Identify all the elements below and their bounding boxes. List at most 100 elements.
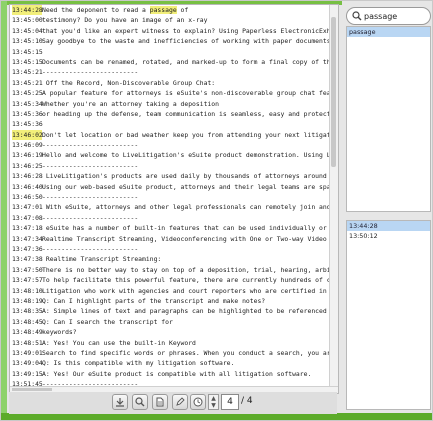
transcript-line[interactable]: 13:47:01 With eSuite, attorneys and othe… [10, 202, 329, 212]
transcript-line[interactable]: 13:45:10Say goodbye to the waste and ine… [10, 36, 329, 46]
search-button[interactable] [132, 394, 148, 410]
search-field[interactable] [346, 7, 431, 25]
notes-button[interactable] [152, 394, 168, 410]
transcript-line[interactable]: 13:48:51A: Yes! You can use the built-in… [10, 338, 329, 348]
transcript-line[interactable]: 13:47:38 Realtime Transcript Streaming: [10, 254, 329, 264]
transcript-line[interactable]: 13:45:21------------------------- [10, 67, 329, 77]
line-timestamp: 13:47:36 [12, 244, 43, 253]
transcript-line[interactable]: 13:45:15 [10, 47, 329, 57]
download-button[interactable] [112, 394, 128, 410]
line-text: A: Yes! Our eSuite product is compatible… [42, 369, 312, 378]
transcript-line[interactable]: 13:49:15A: Yes! Our eSuite product is co… [10, 369, 329, 379]
transcript-line[interactable]: 13:46:50------------------------- [10, 192, 329, 202]
page-stepper[interactable]: ▲ ▼ [208, 394, 219, 410]
line-timestamp: 13:46:19 [12, 151, 43, 160]
line-text: Say goodbye to the waste and inefficienc… [42, 37, 329, 46]
app-window: 13:44:28Need the deponent to read a pass… [0, 0, 433, 421]
window-accent-bottom [1, 413, 432, 420]
line-timestamp: 13:48:45 [12, 317, 43, 326]
transcript-line[interactable]: 13:48:19Q: Can I highlight parts of the … [10, 296, 329, 306]
document-icon [156, 397, 164, 407]
transcript-line[interactable]: 13:47:50There is no better way to stay o… [10, 265, 329, 275]
line-timestamp: 13:46:25 [12, 161, 43, 170]
transcript-line[interactable]: 13:46:28 LiveLitigation's products are u… [10, 171, 329, 181]
chevron-down-icon[interactable]: ▼ [209, 402, 218, 409]
transcript-line[interactable]: 13:49:04Q: Is this compatible with my li… [10, 358, 329, 368]
line-text: With eSuite, attorneys and other legal p… [45, 203, 329, 212]
transcript-vertical-scrollbar[interactable] [329, 5, 338, 393]
scrollbar-thumb[interactable] [12, 388, 52, 391]
line-timestamp: 13:45:00 [12, 16, 43, 25]
transcript-lines: 13:44:28Need the deponent to read a pass… [10, 5, 329, 393]
page-number-input[interactable]: 4 [221, 394, 239, 410]
line-timestamp: 13:45:04 [12, 26, 43, 35]
match-time-item[interactable]: 13:50:12 [347, 231, 430, 241]
transcript-line[interactable]: 13:46:40Using our web-based eSuite produ… [10, 182, 329, 192]
line-text: Litigation who work with agencies and co… [42, 286, 329, 295]
match-time-item[interactable]: 13:44:28 [347, 221, 430, 231]
line-text: testimony? Do you have an image of an x-… [42, 16, 208, 25]
transcript-line[interactable]: 13:46:02Don't let location or bad weathe… [10, 129, 329, 141]
transcript-line[interactable]: 13:45:36 [10, 119, 329, 129]
line-text: There is no better way to stay on top of… [42, 265, 329, 274]
transcript-line[interactable]: 13:48:45Q: Can I search the transcript f… [10, 317, 329, 327]
match-times-list: 13:44:28 13:50:12 [346, 220, 431, 410]
transcript-line[interactable]: 13:47:18 eSuite has a number of built-in… [10, 223, 329, 233]
transcript-panel[interactable]: 13:44:28Need the deponent to read a pass… [9, 4, 339, 394]
line-timestamp: 13:49:01 [12, 348, 43, 357]
transcript-line[interactable]: 13:49:01Search to find specific words or… [10, 348, 329, 358]
chevron-up-icon[interactable]: ▲ [209, 395, 218, 402]
transcript-line[interactable]: 13:47:34Realtime Transcript Streaming, V… [10, 234, 329, 244]
line-text: Realtime Transcript Streaming: [42, 255, 162, 264]
line-timestamp: 13:46:40 [12, 182, 43, 191]
transcript-line[interactable]: 13:45:25A popular feature for attorneys … [10, 88, 329, 98]
line-timestamp: 13:49:04 [12, 359, 43, 368]
line-timestamp: 13:47:18 [12, 224, 43, 233]
line-timestamp: 13:45:15 [12, 47, 43, 56]
line-timestamp: 13:49:15 [12, 369, 43, 378]
transcript-line[interactable]: 13:47:08------------------------- [10, 213, 329, 223]
transcript-line[interactable]: 13:48:49keywords? [10, 327, 329, 337]
transcript-line[interactable]: 13:45:21 Off the Record, Non-Discoverabl… [10, 78, 329, 88]
line-timestamp: 13:46:02 [12, 129, 43, 141]
transcript-line[interactable]: 13:46:09------------------------- [10, 140, 329, 150]
line-text: Using our web-based eSuite product, atto… [42, 182, 329, 191]
line-timestamp: 13:45:25 [12, 89, 43, 98]
transcript-line[interactable]: 13:45:04that you'd like an expert witnes… [10, 26, 329, 36]
line-text: Search to find specific words or phrases… [42, 348, 329, 357]
search-match-highlight: passage [149, 6, 177, 14]
scrollbar-thumb[interactable] [331, 17, 336, 167]
transcript-line[interactable]: 13:46:19Hello and welcome to LiveLitigat… [10, 150, 329, 160]
line-timestamp: 13:48:19 [12, 296, 43, 305]
line-text: A popular feature for attorneys is eSuit… [42, 89, 329, 98]
transcript-line[interactable]: 13:47:36------------------------- [10, 244, 329, 254]
window-accent-left [1, 1, 7, 413]
transcript-line[interactable]: 13:45:15Documents can be renamed, rotate… [10, 57, 329, 67]
line-timestamp: 13:45:36 [12, 109, 43, 118]
magnifier-icon [135, 397, 145, 407]
line-text: ------------------------- [42, 141, 139, 150]
transcript-line[interactable]: 13:48:35A: Simple lines of text and para… [10, 306, 329, 316]
line-text: Q: Can I search the transcript for [42, 317, 173, 326]
timestamp-button[interactable] [190, 394, 206, 410]
transcript-line[interactable]: 13:45:36or heading up the defense, team … [10, 109, 329, 119]
line-timestamp: 13:47:01 [12, 203, 43, 212]
search-result-item[interactable]: passage [347, 27, 430, 37]
search-input[interactable] [364, 10, 426, 22]
transcript-line[interactable]: 13:45:00testimony? Do you have an image … [10, 15, 329, 25]
line-text: eSuite has a number of built-in features… [45, 224, 329, 233]
line-timestamp: 13:46:28 [12, 172, 43, 181]
annotate-button[interactable] [172, 394, 188, 410]
search-icon [352, 11, 362, 21]
transcript-line[interactable]: 13:48:10Litigation who work with agencie… [10, 286, 329, 296]
transcript-line[interactable]: 13:44:28Need the deponent to read a pass… [10, 5, 329, 16]
line-text: Documents can be renamed, rotated, and m… [42, 57, 329, 66]
line-timestamp: 13:48:49 [12, 328, 43, 337]
transcript-line[interactable]: 13:46:25------------------------- [10, 161, 329, 171]
line-timestamp: 13:47:50 [12, 265, 43, 274]
line-text: To help facilitate this powerful feature… [42, 276, 329, 285]
line-text: or heading up the defense, team communic… [42, 109, 329, 118]
transcript-line[interactable]: 13:47:57To help facilitate this powerful… [10, 275, 329, 285]
transcript-line[interactable]: 13:45:34Whether you're an attorney takin… [10, 99, 329, 109]
line-text: Q: Is this compatible with my litigation… [42, 359, 235, 368]
